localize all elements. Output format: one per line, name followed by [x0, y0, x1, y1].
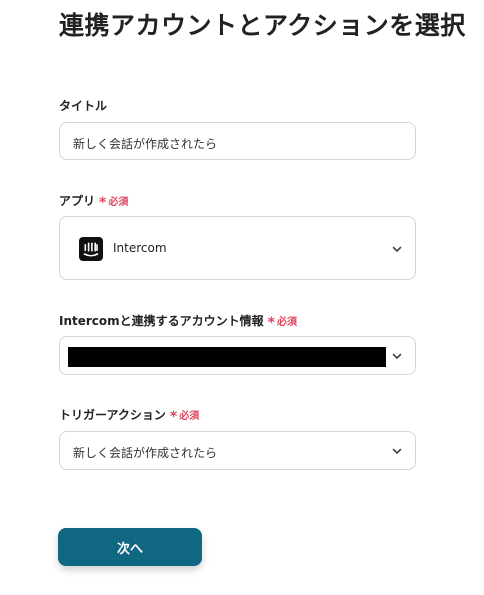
- page-title: 連携アカウントとアクションを選択: [59, 11, 466, 40]
- title-input-value: 新しく会話が作成されたら: [73, 137, 218, 151]
- trigger-field-label-text: トリガーアクション: [59, 408, 166, 422]
- app-select-value: Intercom: [113, 241, 167, 255]
- app-field-label: アプリ * 必須: [59, 192, 129, 211]
- trigger-select-value: 新しく会話が作成されたら: [73, 446, 218, 460]
- account-field-label: Intercomと連携するアカウント情報 * 必須: [59, 312, 297, 331]
- title-field-label-text: タイトル: [59, 99, 108, 113]
- title-input[interactable]: 新しく会話が作成されたら: [59, 122, 416, 160]
- required-badge: * 必須: [169, 407, 200, 425]
- title-field-label: タイトル: [59, 97, 107, 114]
- trigger-field-label: トリガーアクション * 必須: [59, 406, 200, 425]
- intercom-icon: [79, 237, 103, 261]
- required-asterisk-icon: *: [169, 408, 178, 425]
- page: 連携アカウントとアクションを選択 タイトル 新しく会話が作成されたら アプリ *…: [0, 0, 484, 595]
- required-asterisk-icon: *: [99, 194, 107, 211]
- required-badge: * 必須: [99, 193, 129, 211]
- app-select[interactable]: Intercom: [59, 216, 416, 280]
- required-text: 必須: [179, 411, 200, 422]
- required-text: 必須: [277, 317, 297, 328]
- chevron-down-icon: [392, 353, 402, 359]
- account-select[interactable]: [59, 336, 416, 375]
- chevron-down-icon: [392, 448, 402, 454]
- account-value-redacted: [68, 347, 386, 367]
- trigger-select[interactable]: 新しく会話が作成されたら: [59, 431, 416, 470]
- chevron-down-icon: [392, 246, 402, 252]
- required-badge: * 必須: [267, 313, 297, 331]
- required-asterisk-icon: *: [267, 314, 275, 331]
- next-button[interactable]: 次へ: [58, 528, 202, 566]
- required-text: 必須: [108, 197, 129, 208]
- account-field-label-text: Intercomと連携するアカウント情報: [59, 314, 264, 328]
- app-field-label-text: アプリ: [59, 194, 96, 208]
